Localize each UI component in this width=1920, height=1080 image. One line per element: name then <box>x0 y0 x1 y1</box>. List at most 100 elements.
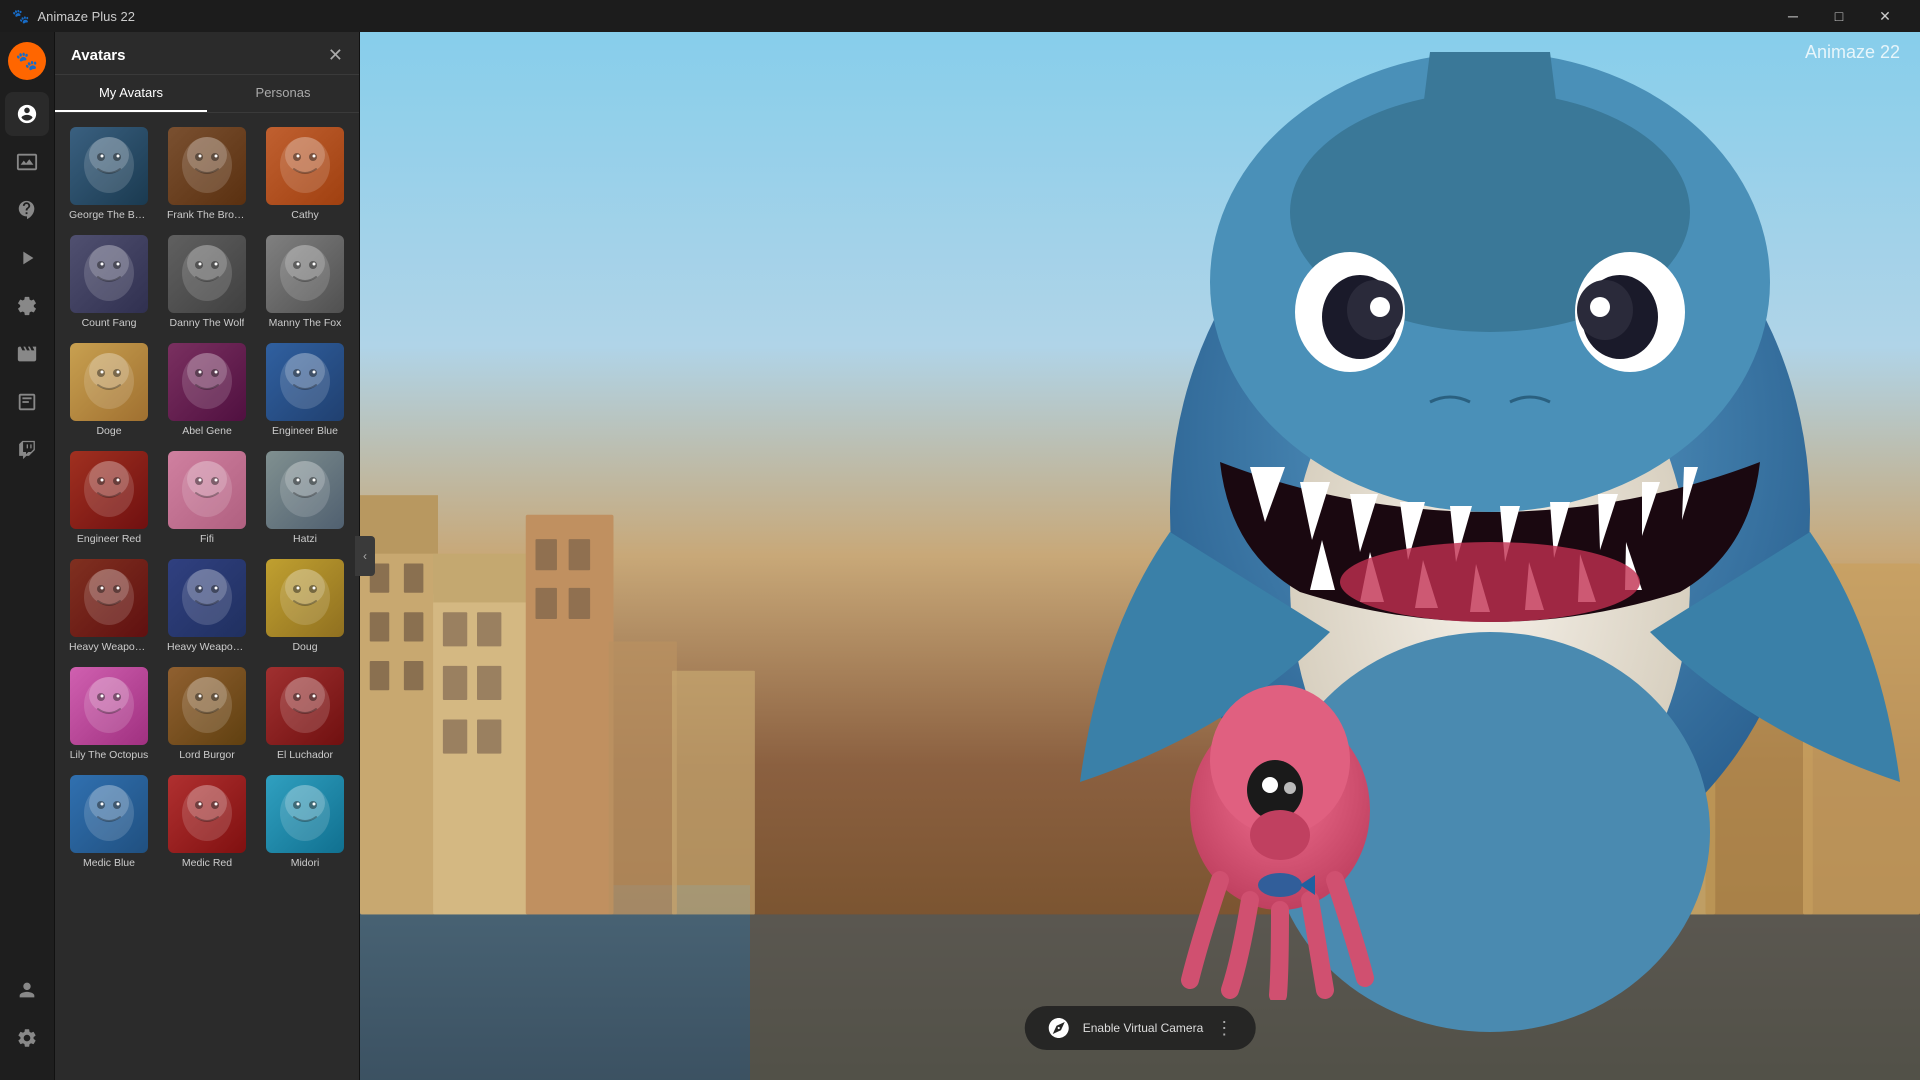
avatar-thumb-hatzi <box>266 451 344 529</box>
avatar-card-abel[interactable]: Abel Gene <box>161 339 253 441</box>
avatar-name-fifi: Fifi <box>200 533 214 545</box>
avatar-card-danny[interactable]: Danny The Wolf <box>161 231 253 333</box>
avatar-name-midori: Midori <box>291 857 320 869</box>
avatar-thumb-cathy <box>266 127 344 205</box>
sidebar-item-motion[interactable] <box>5 236 49 280</box>
avatar-card-hatzi[interactable]: Hatzi <box>259 447 351 549</box>
sidebar-item-avatars[interactable] <box>5 92 49 136</box>
avatar-name-luchador: El Luchador <box>277 749 333 761</box>
top-right-label: Animaze 22 <box>1805 42 1900 63</box>
camera-icon-group <box>1047 1016 1071 1040</box>
camera-more-button[interactable]: ⋮ <box>1215 1018 1233 1039</box>
avatar-name-doug: Doug <box>292 641 317 653</box>
avatar-card-engineer-red[interactable]: Engineer Red <box>63 447 155 549</box>
avatar-thumb-engineer-blue <box>266 343 344 421</box>
sidebar-item-film[interactable] <box>5 332 49 376</box>
avatar-card-cathy[interactable]: Cathy <box>259 123 351 225</box>
avatar-thumb-countfang <box>70 235 148 313</box>
app-title: Animaze Plus 22 <box>37 9 135 24</box>
avatar-thumb-engineer-red <box>70 451 148 529</box>
avatar-name-heavy-blue: Heavy Weapons... <box>167 641 247 653</box>
avatar-name-engineer-blue: Engineer Blue <box>272 425 338 437</box>
avatar-thumb-heavy-blue <box>168 559 246 637</box>
app-layout: 🐾 <box>0 32 1920 1080</box>
avatar-card-medic-red[interactable]: Medic Red <box>161 771 253 873</box>
avatar-thumb-midori <box>266 775 344 853</box>
main-viewport: Animaze 22 Enable Virtual Camera ⋮ <box>360 32 1920 1080</box>
avatar-name-medic-blue: Medic Blue <box>83 857 135 869</box>
avatar-card-lily[interactable]: Lily The Octopus <box>63 663 155 765</box>
maximize-button[interactable]: □ <box>1816 0 1862 32</box>
avatar-card-countfang[interactable]: Count Fang <box>63 231 155 333</box>
avatar-card-luchador[interactable]: El Luchador <box>259 663 351 765</box>
sidebar-item-props[interactable] <box>5 284 49 328</box>
avatar-card-doge[interactable]: Doge <box>63 339 155 441</box>
avatars-header: Avatars ✕ <box>55 32 359 75</box>
avatar-thumb-manny <box>266 235 344 313</box>
sidebar-item-effects[interactable] <box>5 188 49 232</box>
avatar-card-frank[interactable]: Frank The Brown... <box>161 123 253 225</box>
avatar-name-engineer-red: Engineer Red <box>77 533 141 545</box>
avatar-thumb-medic-blue <box>70 775 148 853</box>
avatar-name-lily: Lily The Octopus <box>70 749 149 761</box>
sidebar-item-overlay[interactable] <box>5 380 49 424</box>
avatar-thumb-frank <box>168 127 246 205</box>
avatar-thumb-abel <box>168 343 246 421</box>
camera-label: Enable Virtual Camera <box>1083 1021 1204 1035</box>
avatar-name-george: George The Bo... <box>69 209 149 221</box>
avatars-close-button[interactable]: ✕ <box>328 46 343 64</box>
sidebar-logo[interactable]: 🐾 <box>8 42 46 80</box>
avatar-name-frank: Frank The Brown... <box>167 209 247 221</box>
avatar-thumb-luchador <box>266 667 344 745</box>
collapse-panel-button[interactable]: ‹ <box>355 536 375 576</box>
avatar-card-midori[interactable]: Midori <box>259 771 351 873</box>
avatar-thumb-danny <box>168 235 246 313</box>
sidebar-item-user[interactable] <box>5 968 49 1012</box>
avatar-card-doug[interactable]: Doug <box>259 555 351 657</box>
app-icon: 🐾 <box>12 8 29 25</box>
avatar-thumb-fifi <box>168 451 246 529</box>
avatar-thumb-lordburger <box>168 667 246 745</box>
small-character <box>1170 680 1390 1000</box>
avatars-grid: George The Bo... Frank The Brown... Cath… <box>55 113 359 1080</box>
avatar-card-medic-blue[interactable]: Medic Blue <box>63 771 155 873</box>
sidebar-item-scenes[interactable] <box>5 140 49 184</box>
avatar-thumb-medic-red <box>168 775 246 853</box>
avatars-title: Avatars <box>71 47 125 64</box>
avatar-card-engineer-blue[interactable]: Engineer Blue <box>259 339 351 441</box>
titlebar: 🐾 Animaze Plus 22 ─ □ ✕ <box>0 0 1920 32</box>
avatar-name-manny: Manny The Fox <box>269 317 342 329</box>
avatar-name-hatzi: Hatzi <box>293 533 317 545</box>
avatar-name-medic-red: Medic Red <box>182 857 232 869</box>
titlebar-controls: ─ □ ✕ <box>1770 0 1908 32</box>
avatar-thumb-doug <box>266 559 344 637</box>
avatar-name-danny: Danny The Wolf <box>170 317 245 329</box>
titlebar-left: 🐾 Animaze Plus 22 <box>12 8 135 25</box>
avatar-card-lordburger[interactable]: Lord Burgor <box>161 663 253 765</box>
avatar-name-lordburger: Lord Burgor <box>179 749 234 761</box>
tab-personas[interactable]: Personas <box>207 75 359 112</box>
avatars-panel: Avatars ✕ My Avatars Personas George The… <box>55 32 360 1080</box>
camera-control-bar: Enable Virtual Camera ⋮ <box>1025 1006 1256 1050</box>
avatar-thumb-george <box>70 127 148 205</box>
avatar-thumb-doge <box>70 343 148 421</box>
avatar-thumb-lily <box>70 667 148 745</box>
avatars-tabs: My Avatars Personas <box>55 75 359 113</box>
sidebar: 🐾 <box>0 32 55 1080</box>
avatar-card-fifi[interactable]: Fifi <box>161 447 253 549</box>
camera-broadcast-icon <box>1047 1016 1071 1040</box>
sidebar-item-settings[interactable] <box>5 1016 49 1060</box>
avatar-card-george[interactable]: George The Bo... <box>63 123 155 225</box>
avatar-card-heavy-blue[interactable]: Heavy Weapons... <box>161 555 253 657</box>
close-button[interactable]: ✕ <box>1862 0 1908 32</box>
minimize-button[interactable]: ─ <box>1770 0 1816 32</box>
sidebar-bottom <box>5 968 49 1070</box>
avatar-card-manny[interactable]: Manny The Fox <box>259 231 351 333</box>
sidebar-item-twitch[interactable] <box>5 428 49 472</box>
avatar-name-abel: Abel Gene <box>182 425 232 437</box>
avatar-thumb-heavy-red <box>70 559 148 637</box>
avatar-card-heavy-red[interactable]: Heavy Weapons... <box>63 555 155 657</box>
avatar-name-countfang: Count Fang <box>82 317 137 329</box>
tab-my-avatars[interactable]: My Avatars <box>55 75 207 112</box>
avatar-name-cathy: Cathy <box>291 209 318 221</box>
